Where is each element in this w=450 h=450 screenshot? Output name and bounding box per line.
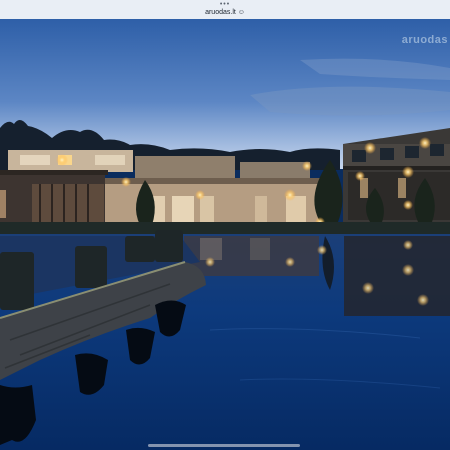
- watermark-logo: aruodas: [401, 34, 448, 46]
- shoreline: [0, 222, 450, 236]
- pavilion: [0, 170, 108, 227]
- home-indicator-bar[interactable]: [148, 444, 300, 447]
- listing-photo: aruodas: [0, 19, 450, 450]
- cloud: [250, 86, 450, 116]
- url-text[interactable]: aruodas.lt ☺: [0, 8, 450, 17]
- more-dots-icon[interactable]: •••: [0, 1, 450, 8]
- browser-address-bar[interactable]: ••• aruodas.lt ☺: [0, 0, 450, 20]
